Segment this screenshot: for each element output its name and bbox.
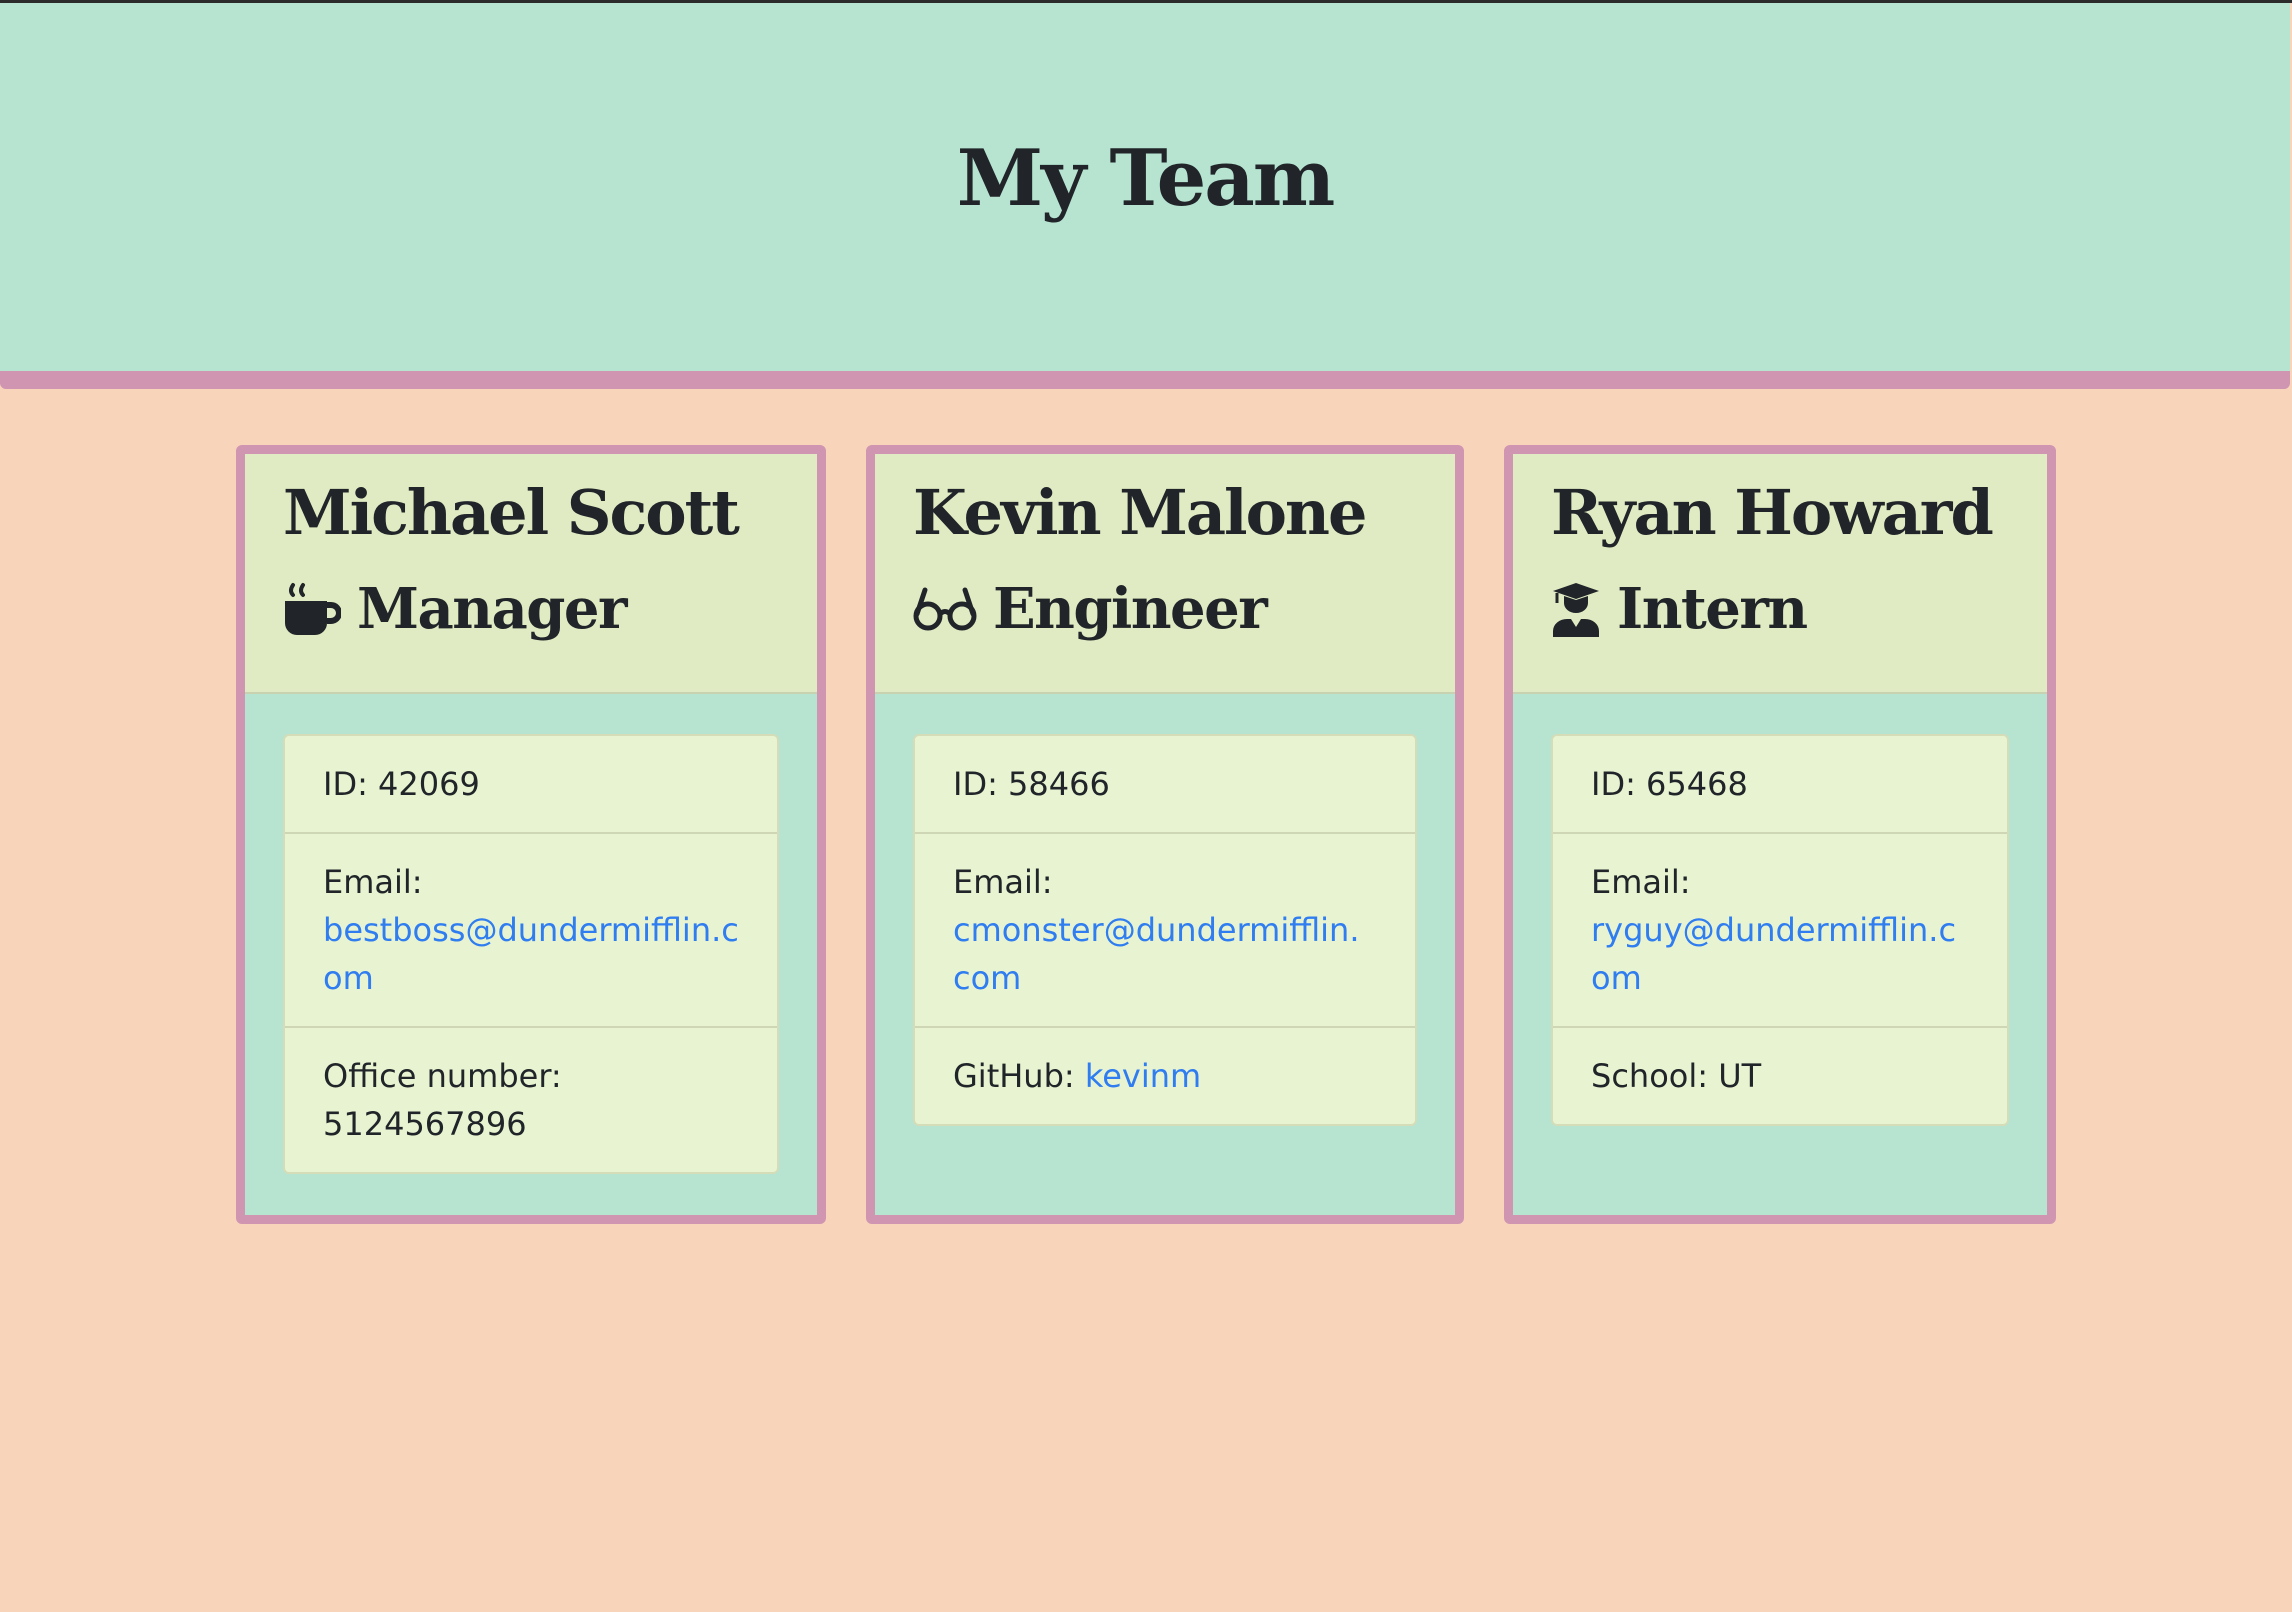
- card-body: ID: 58466 Email: cmonster@dundermifflin.…: [875, 694, 1455, 1126]
- card-header: Ryan Howard Intern: [1513, 454, 2047, 694]
- school-item: School: UT: [1553, 1026, 2007, 1124]
- id-item: ID: 58466: [953, 765, 1110, 803]
- github-link[interactable]: kevinm: [1085, 1057, 1201, 1095]
- info-list: ID: 42069 Email: bestboss@dundermifflin.…: [283, 734, 779, 1174]
- id-item: ID: 42069: [323, 765, 480, 803]
- email-label: Email:: [323, 863, 423, 901]
- employee-name: Michael Scott: [283, 476, 740, 549]
- card-header: Kevin Malone Engineer: [875, 454, 1455, 694]
- email-item: Email: bestboss@dundermifflin.com: [285, 832, 777, 1026]
- id-item: ID: 65468: [1591, 765, 1748, 803]
- page-header: My Team: [0, 3, 2290, 389]
- info-list: ID: 58466 Email: cmonster@dundermifflin.…: [913, 734, 1417, 1126]
- email-label: Email:: [1591, 863, 1691, 901]
- employee-card-manager: Michael Scott Manager ID: 42069 Email: b…: [236, 445, 826, 1224]
- github-label: GitHub:: [953, 1057, 1075, 1095]
- graduate-icon: [1551, 581, 1601, 637]
- role-label: Engineer: [993, 576, 1268, 642]
- office-number-label: Office number:: [323, 1057, 562, 1095]
- employee-role: Engineer: [913, 576, 1268, 642]
- email-link[interactable]: ryguy@dundermifflin.com: [1591, 911, 1956, 997]
- school-value: UT: [1718, 1057, 1762, 1095]
- email-label: Email:: [953, 863, 1053, 901]
- employee-card-engineer: Kevin Malone Engineer ID: 58466 Email: c…: [866, 445, 1464, 1224]
- card-body: ID: 42069 Email: bestboss@dundermifflin.…: [245, 694, 817, 1174]
- employee-name: Ryan Howard: [1551, 476, 1994, 549]
- coffee-mug-icon: [283, 581, 341, 637]
- email-link[interactable]: cmonster@dundermifflin.com: [953, 911, 1360, 997]
- office-number-value: 5124567896: [323, 1105, 527, 1143]
- github-item: GitHub: kevinm: [915, 1026, 1415, 1124]
- employee-role: Intern: [1551, 576, 1808, 642]
- page-title: My Team: [956, 133, 1336, 224]
- card-header: Michael Scott Manager: [245, 454, 817, 694]
- email-link[interactable]: bestboss@dundermifflin.com: [323, 911, 739, 997]
- office-number-item: Office number: 5124567896: [285, 1026, 777, 1172]
- email-item: Email: ryguy@dundermifflin.com: [1553, 832, 2007, 1026]
- employee-role: Manager: [283, 576, 628, 642]
- card-body: ID: 65468 Email: ryguy@dundermifflin.com…: [1513, 694, 2047, 1126]
- school-label: School:: [1591, 1057, 1709, 1095]
- email-item: Email: cmonster@dundermifflin.com: [915, 832, 1415, 1026]
- employee-card-intern: Ryan Howard Intern ID: 65468 Email: rygu…: [1504, 445, 2056, 1224]
- role-label: Manager: [357, 576, 628, 642]
- info-list: ID: 65468 Email: ryguy@dundermifflin.com…: [1551, 734, 2009, 1126]
- role-label: Intern: [1617, 576, 1808, 642]
- employee-name: Kevin Malone: [913, 476, 1367, 549]
- glasses-icon: [913, 584, 977, 634]
